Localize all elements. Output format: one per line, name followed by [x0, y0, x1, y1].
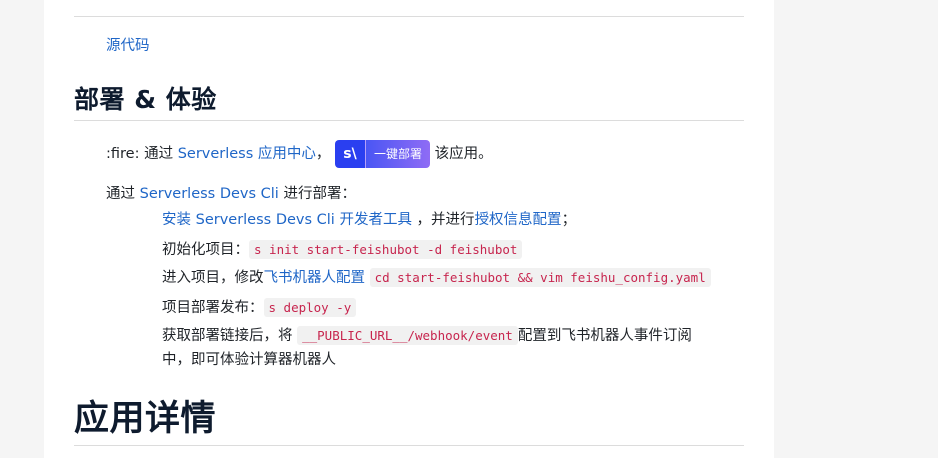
fire-line-prefix: :fire: 通过 [106, 146, 178, 162]
fire-line: :fire: 通过 Serverless 应用中心， s\ 一键部署 该应用。 [106, 140, 493, 168]
step-enter: 进入项目，修改飞书机器人配置 cd start-feishubot && vim… [162, 268, 711, 288]
auth-config-link[interactable]: 授权信息配置 [475, 212, 562, 228]
step-enter-label: 进入项目，修改 [162, 270, 264, 286]
step-publish-label: 项目部署发布： [162, 300, 264, 316]
step-install-end: ； [561, 212, 577, 228]
step-url-label: 获取部署链接后，将 [162, 328, 298, 344]
install-devs-cli-link[interactable]: 安装 Serverless Devs Cli 开发者工具 [162, 212, 412, 228]
step-init-label: 初始化项目： [162, 242, 249, 258]
step-install-mid: ，并进行 [411, 212, 475, 228]
document-page: 源代码 部署 & 体验 :fire: 通过 Serverless 应用中心， s… [44, 0, 774, 458]
details-divider [74, 445, 744, 446]
step-url-line2: 中，即可体验计算器机器人 [162, 352, 336, 368]
feishu-bot-config-link[interactable]: 飞书机器人配置 [264, 270, 366, 286]
source-code-link[interactable]: 源代码 [106, 36, 150, 56]
deploy-heading: 部署 & 体验 [74, 85, 217, 114]
step-publish: 项目部署发布： s deploy -y [162, 298, 357, 318]
serverless-app-center-link[interactable]: Serverless 应用中心 [178, 146, 316, 162]
devs-line-prefix: 通过 [106, 186, 140, 202]
fire-line-comma: ， [315, 146, 331, 162]
deploy-divider [74, 120, 744, 121]
step-install: 安装 Serverless Devs Cli 开发者工具 ，并进行授权信息配置； [162, 210, 576, 230]
top-divider [74, 16, 744, 17]
serverless-logo-icon: s\ [335, 140, 366, 168]
webhook-url-code: __PUBLIC_URL__/webhook/event [297, 326, 518, 345]
one-click-deploy-badge[interactable]: s\ 一键部署 [335, 140, 431, 168]
one-click-deploy-label: 一键部署 [365, 140, 431, 168]
devs-line-suffix: 进行部署： [278, 186, 356, 202]
enter-command-code: cd start-feishubot && vim feishu_config.… [369, 268, 711, 287]
devs-line: 通过 Serverless Devs Cli 进行部署： [106, 184, 356, 204]
step-url-label2: 配置到飞书机器人事件订阅 [517, 328, 692, 344]
fire-line-suffix: 该应用。 [430, 146, 493, 162]
deploy-command-code: s deploy -y [263, 298, 357, 317]
serverless-devs-cli-link[interactable]: Serverless Devs Cli [140, 186, 279, 202]
init-command-code: s init start-feishubot -d feishubot [249, 240, 523, 259]
step-init: 初始化项目： s init start-feishubot -d feishubo… [162, 240, 523, 260]
details-heading: 应用详情 [74, 399, 217, 439]
step-url: 获取部署链接后，将 __PUBLIC_URL__/webhook/event 配置… [162, 326, 692, 346]
